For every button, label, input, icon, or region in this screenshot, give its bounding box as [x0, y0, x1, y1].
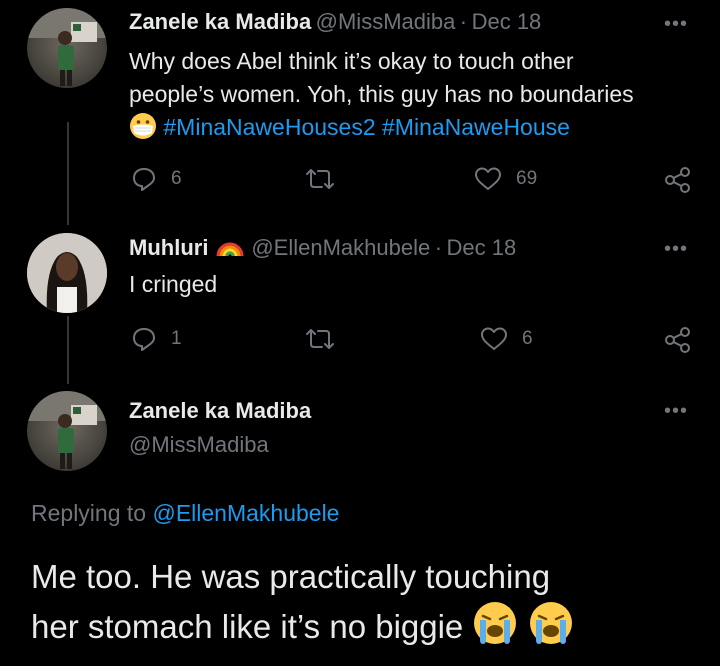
like-icon: [474, 166, 502, 192]
reply-count: 6: [171, 168, 182, 189]
tweet-header: Muhluri @EllenMakhubele · Dec 18: [129, 234, 516, 261]
reply-icon: [131, 166, 157, 192]
share-icon: [664, 326, 692, 354]
retweet-button[interactable]: [305, 326, 335, 352]
date-separator: ·: [434, 235, 443, 260]
retweet-button[interactable]: [305, 166, 335, 192]
reply-count: 1: [171, 328, 182, 349]
thread-line-top: [67, 122, 69, 225]
avatar[interactable]: [27, 8, 107, 88]
share-button[interactable]: [664, 166, 692, 194]
mask-face-icon: [129, 112, 157, 140]
tweet-text-line-2: her stomach like it’s no biggie: [31, 600, 574, 650]
crying-face-icon: [472, 600, 518, 646]
rainbow-icon: [215, 234, 245, 258]
display-name[interactable]: Zanele ka Madiba: [129, 9, 311, 34]
more-icon[interactable]: •••: [664, 238, 688, 261]
more-icon[interactable]: •••: [664, 400, 688, 423]
share-icon: [664, 166, 692, 194]
more-icon[interactable]: •••: [664, 13, 688, 36]
share-button[interactable]: [664, 326, 692, 354]
tweet-text-line: people’s women. Yoh, this guy has no bou…: [129, 81, 634, 107]
like-button[interactable]: 69: [474, 166, 537, 192]
like-icon: [480, 326, 508, 352]
reply-icon: [131, 326, 157, 352]
tweet-text-line: her stomach like it’s no biggie: [31, 608, 464, 645]
user-handle[interactable]: @MissMadiba: [129, 432, 269, 458]
reply-button[interactable]: 1: [131, 326, 182, 352]
like-button[interactable]: 6: [480, 326, 533, 352]
user-handle[interactable]: @EllenMakhubele: [251, 235, 430, 260]
display-name[interactable]: Zanele ka Madiba: [129, 398, 311, 424]
crying-face-icon: [528, 600, 574, 646]
hashtag-line: #MinaNaweHouses2 #MinaNaweHouse: [129, 111, 699, 144]
tweet-text: I cringed: [129, 271, 218, 297]
like-count: 6: [522, 328, 533, 349]
retweet-icon: [305, 166, 335, 192]
hashtag-links[interactable]: #MinaNaweHouses2 #MinaNaweHouse: [163, 114, 570, 140]
replying-to: Replying to @EllenMakhubele: [31, 500, 339, 527]
retweet-icon: [305, 326, 335, 352]
tweet-date[interactable]: Dec 18: [472, 9, 542, 34]
tweet-text: Why does Abel think it’s okay to touch o…: [129, 45, 699, 144]
avatar[interactable]: [27, 233, 107, 313]
replying-to-handle[interactable]: @EllenMakhubele: [152, 500, 339, 526]
like-count: 69: [516, 168, 538, 189]
display-name[interactable]: Muhluri: [129, 235, 208, 260]
replying-to-label: Replying to: [31, 500, 147, 526]
tweet-text-line: Why does Abel think it’s okay to touch o…: [129, 48, 574, 74]
reply-button[interactable]: 6: [131, 166, 182, 192]
main-tweet-text: Me too. He was practically touching her …: [31, 554, 574, 650]
thread-line-bottom: [67, 316, 69, 384]
tweet-date[interactable]: Dec 18: [446, 235, 516, 260]
avatar[interactable]: [27, 391, 107, 471]
date-separator: ·: [459, 9, 468, 34]
user-handle[interactable]: @MissMadiba: [316, 9, 456, 34]
tweet-text-line: Me too. He was practically touching: [31, 558, 551, 595]
tweet-header: Zanele ka Madiba @MissMadiba · Dec 18: [129, 9, 541, 35]
